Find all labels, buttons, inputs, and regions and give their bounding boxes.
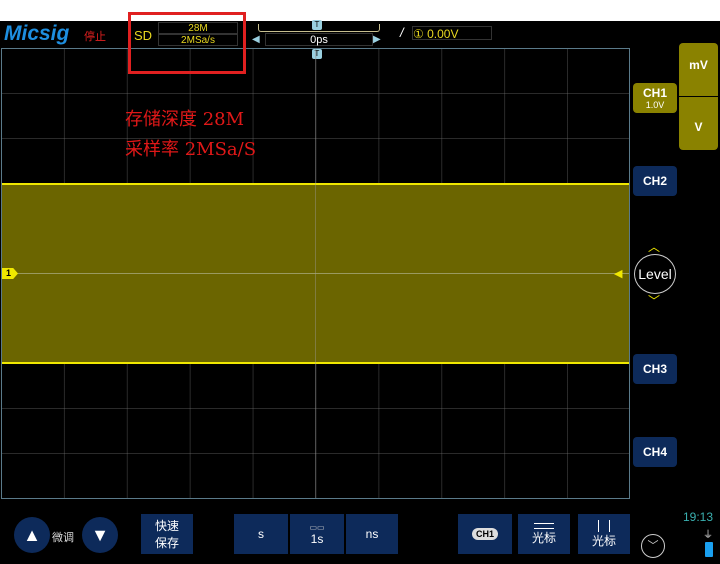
rising-edge-icon: / xyxy=(400,25,404,40)
time-ns-button[interactable]: ns xyxy=(346,514,398,554)
unit-mv-button[interactable]: mV xyxy=(679,43,718,96)
clock: 19:13 xyxy=(683,510,714,524)
annotation-sample-rate: 采样率 2MSa/S xyxy=(125,139,257,160)
run-status[interactable]: 停止 xyxy=(84,28,106,44)
level-knob[interactable]: Level xyxy=(634,254,676,294)
vertical-cursor-icon xyxy=(598,519,610,532)
time-offset[interactable]: 0ps xyxy=(265,33,373,46)
timebase-value: 1s xyxy=(310,531,324,546)
brand-logo: Micsig xyxy=(4,22,70,45)
ch1-scale: 1.0V xyxy=(645,100,665,110)
quick-save-label-2: 保存 xyxy=(154,536,179,550)
quick-save-button[interactable]: 快速 保存 xyxy=(141,514,193,554)
highlight-box xyxy=(128,12,246,74)
horizontal-cursor-label: 光标 xyxy=(531,530,556,545)
vertical-cursor-label: 光标 xyxy=(591,533,616,548)
right-arrow-icon[interactable]: ▶ xyxy=(373,34,381,45)
fine-tune-up-button[interactable]: ▲ xyxy=(14,517,50,553)
level-up-icon[interactable]: ︿ xyxy=(648,238,660,255)
trigger-level: 0.00V xyxy=(427,27,459,41)
annotation-memory-depth: 存储深度 28M xyxy=(125,109,245,130)
ch1-stack-icon: CH1 xyxy=(471,528,498,540)
ch2-button[interactable]: CH2 xyxy=(633,166,677,196)
trigger-info[interactable]: ① 0.00V xyxy=(412,26,492,41)
ch1-button[interactable]: CH1 1.0V xyxy=(633,83,677,113)
fine-tune-label: 微调 xyxy=(52,532,74,544)
trigger-position-marker[interactable]: T xyxy=(312,20,322,30)
battery-icon xyxy=(705,542,713,557)
usb-icon: ⏚ xyxy=(703,530,713,541)
waveform-area[interactable]: 存储深度 28M 采样率 2MSa/S 1 ◀ xyxy=(1,48,630,499)
level-down-icon[interactable]: ﹀ xyxy=(648,292,660,309)
channel-stack-button[interactable]: CH1 xyxy=(458,514,512,554)
left-arrow-icon[interactable]: ◀ xyxy=(252,34,260,45)
time-s-button[interactable]: s xyxy=(234,514,288,554)
unit-v-button[interactable]: V xyxy=(679,97,718,150)
trigger-level-marker[interactable]: ◀ xyxy=(614,267,622,280)
vertical-cursor-button[interactable]: 光标 xyxy=(578,514,630,554)
horizontal-cursor-button[interactable]: 光标 xyxy=(518,514,570,554)
ruler-icon: ▭▭ xyxy=(309,522,325,532)
ch1-label: CH1 xyxy=(642,86,667,100)
center-vline xyxy=(315,49,316,498)
trigger-channel: ① xyxy=(413,27,424,41)
timebase-button[interactable]: ▭▭ 1s xyxy=(290,514,344,554)
fine-tune-down-button[interactable]: ▼ xyxy=(82,517,118,553)
quick-save-label-1: 快速 xyxy=(154,519,179,533)
ch4-button[interactable]: CH4 xyxy=(633,437,677,467)
ch3-button[interactable]: CH3 xyxy=(633,354,677,384)
expand-menu-icon[interactable]: ﹀ xyxy=(641,534,665,558)
